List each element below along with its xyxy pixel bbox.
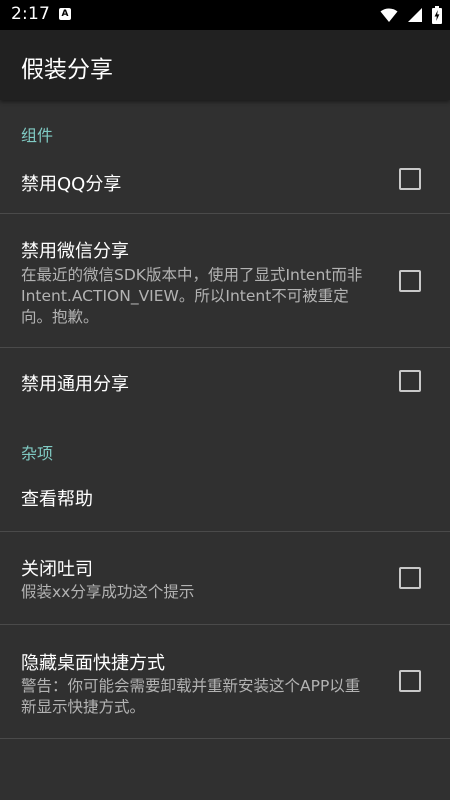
pref-title: 禁用微信分享 — [21, 241, 129, 262]
pref-title: 隐藏桌面快捷方式 — [21, 653, 165, 674]
pref-disable-generic-share[interactable]: 禁用通用分享 — [0, 348, 450, 415]
checkbox-disable-generic-share[interactable] — [399, 370, 421, 392]
status-bar: 2:17 A — [0, 0, 450, 30]
pref-disable-toast[interactable]: 关闭吐司 假装xx分享成功这个提示 — [0, 532, 450, 624]
divider — [0, 738, 450, 739]
category-header-misc: 杂项 — [21, 444, 54, 463]
status-icons — [380, 5, 442, 25]
pref-summary: 警告：你可能会需要卸载并重新安装这个APP以重新显示快捷方式。 — [21, 677, 361, 716]
category-header-components: 组件 — [21, 126, 54, 145]
battery-icon — [432, 6, 442, 24]
status-time: 2:17 — [11, 4, 50, 24]
page-title: 假装分享 — [21, 57, 113, 83]
pref-summary: 在最近的微信SDK版本中，使用了显式Intent而非Intent.ACTION_… — [21, 266, 363, 326]
checkbox-disable-qq-share[interactable] — [399, 168, 421, 190]
notification-a-icon: A — [59, 8, 71, 20]
checkbox-disable-toast[interactable] — [399, 567, 421, 589]
wifi-icon — [380, 8, 398, 22]
pref-summary: 假装xx分享成功这个提示 — [21, 583, 195, 601]
pref-title: 关闭吐司 — [21, 559, 93, 580]
cell-signal-icon — [408, 8, 422, 22]
pref-title: 禁用通用分享 — [21, 374, 129, 395]
pref-hide-launcher-shortcut[interactable]: 隐藏桌面快捷方式 警告：你可能会需要卸载并重新安装这个APP以重新显示快捷方式。 — [0, 625, 450, 738]
screen: 2:17 A 假装分享 组件 禁用QQ分享 禁用微信分享 在最近的微信SDK版本… — [0, 0, 450, 800]
pref-view-help[interactable]: 查看帮助 — [0, 465, 450, 531]
pref-disable-wechat-share[interactable]: 禁用微信分享 在最近的微信SDK版本中，使用了显式Intent而非Intent.… — [0, 214, 450, 347]
pref-title: 查看帮助 — [21, 489, 93, 510]
pref-title: 禁用QQ分享 — [21, 174, 122, 195]
app-bar: 假装分享 — [0, 30, 450, 100]
checkbox-hide-launcher-shortcut[interactable] — [399, 670, 421, 692]
checkbox-disable-wechat-share[interactable] — [399, 270, 421, 292]
pref-disable-qq-share[interactable]: 禁用QQ分享 — [0, 150, 450, 213]
